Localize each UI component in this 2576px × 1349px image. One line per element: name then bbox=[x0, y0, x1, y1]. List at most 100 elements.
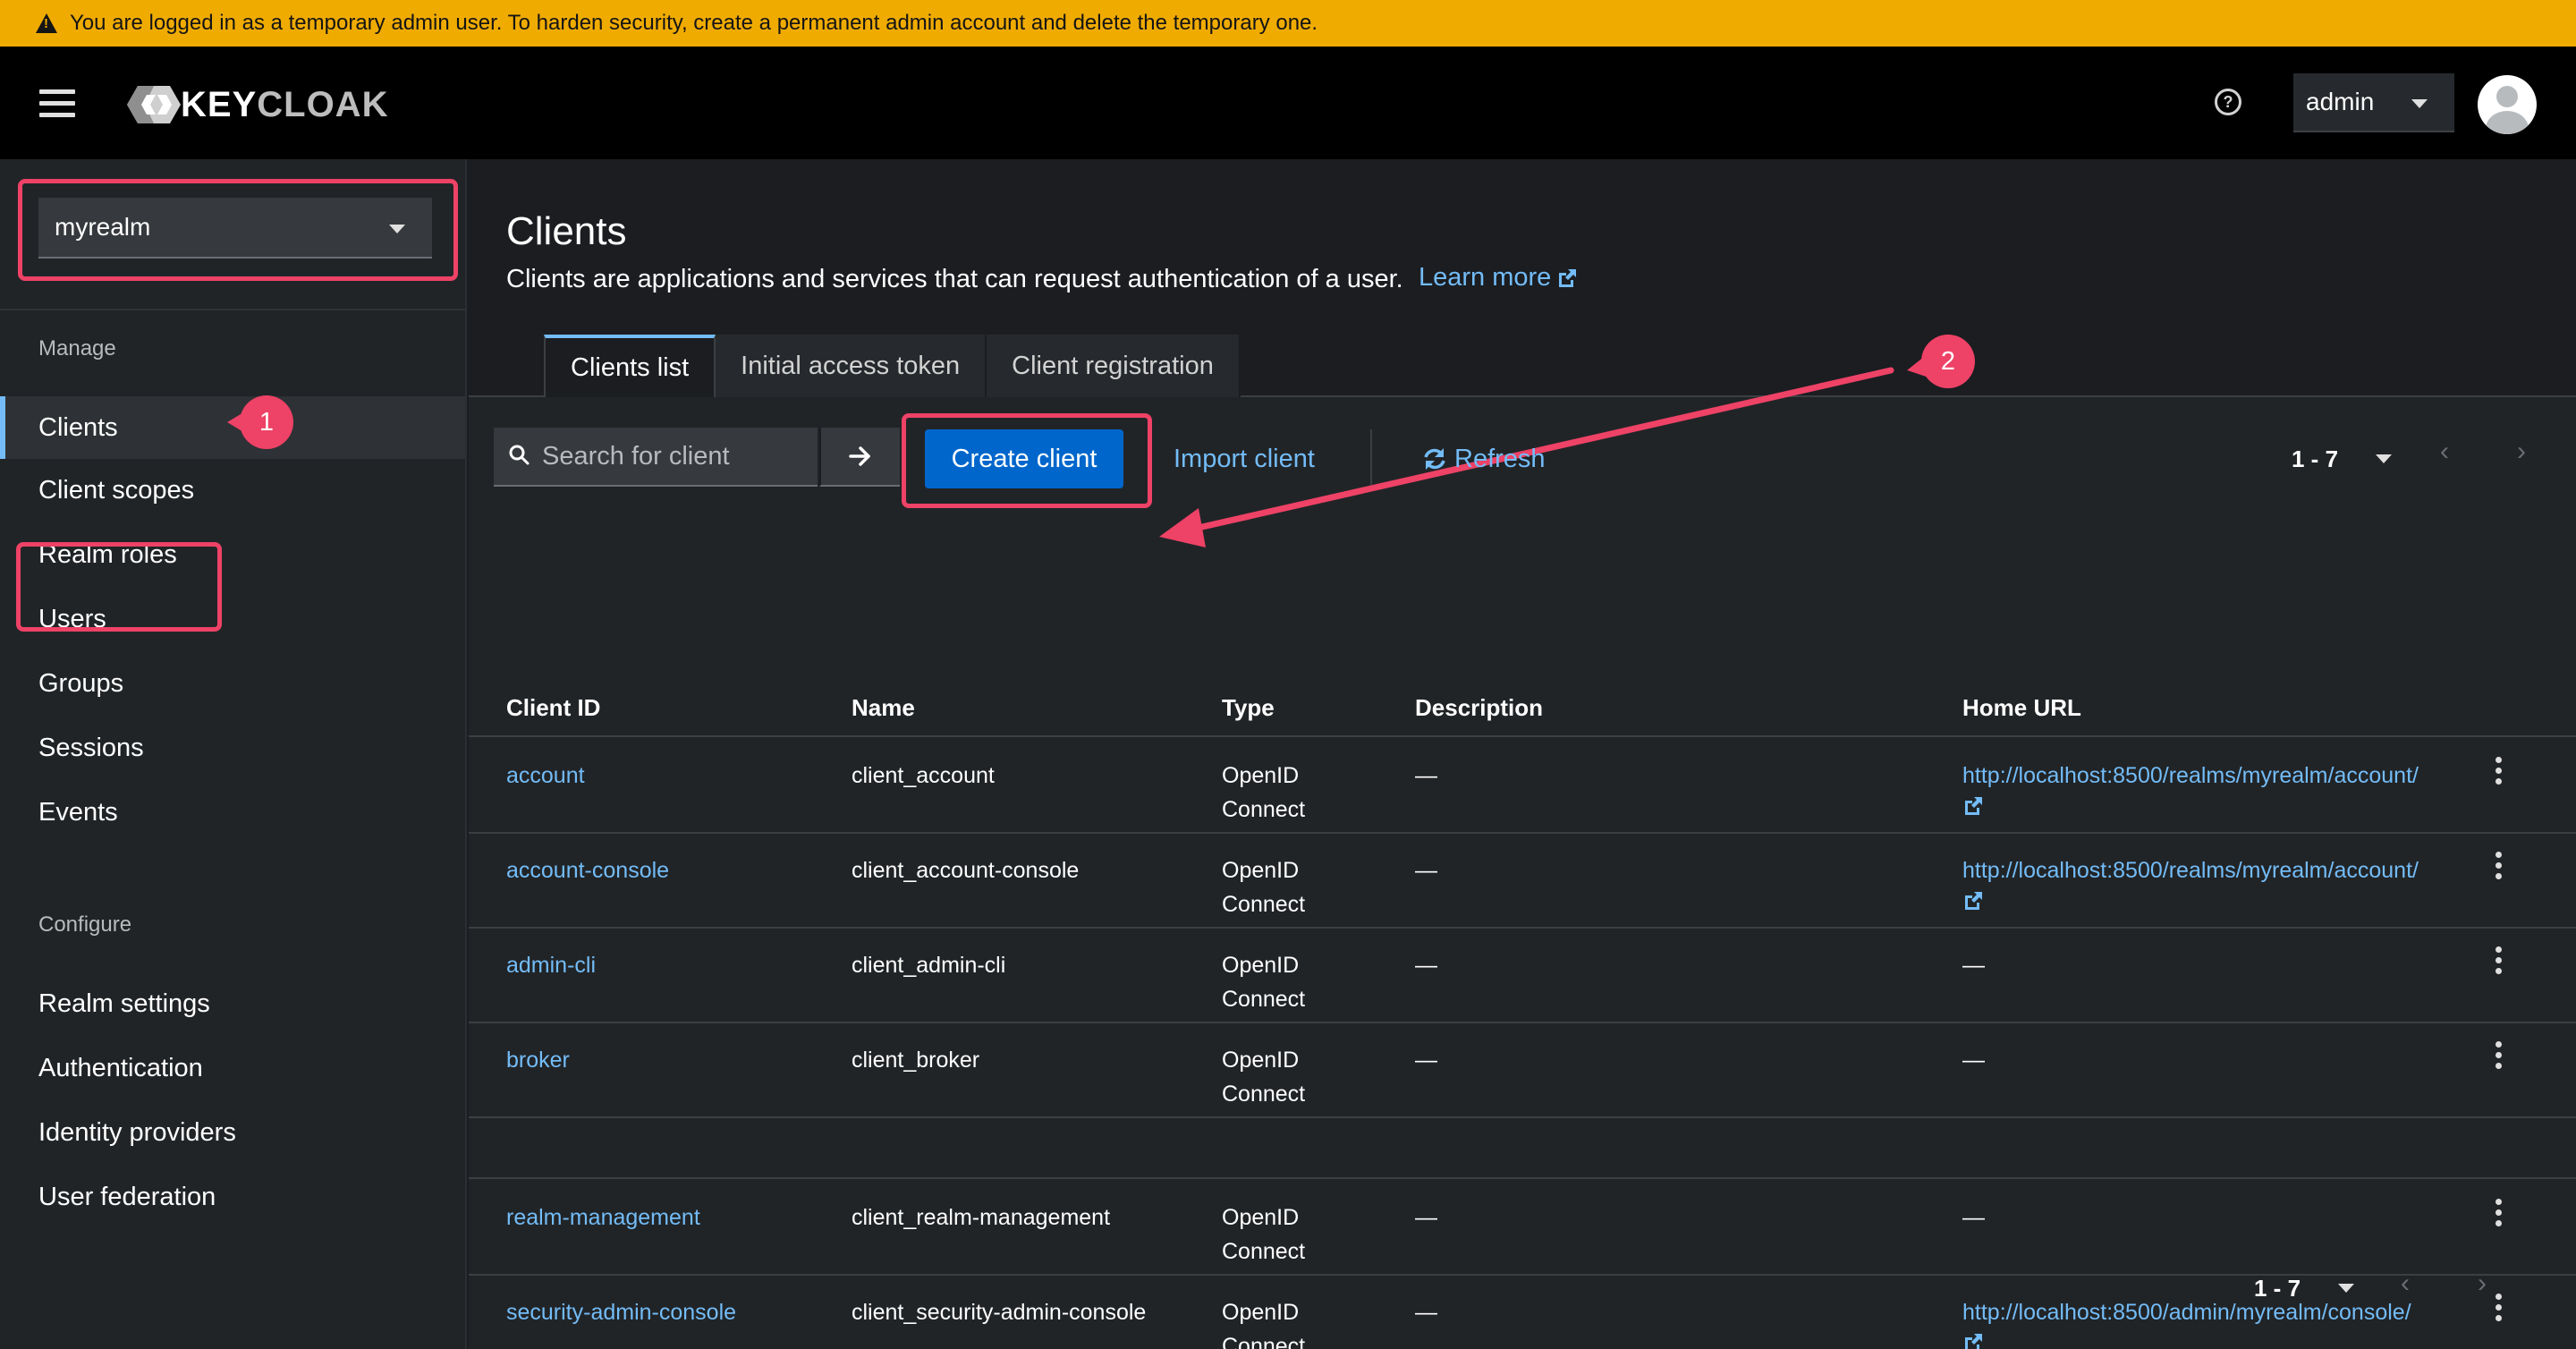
pagination-range: 1 - 7 bbox=[2292, 445, 2339, 472]
row-actions-kebab-icon[interactable] bbox=[2496, 1294, 2504, 1326]
tab-clients-list[interactable]: Clients list bbox=[544, 335, 716, 397]
client-name: client_broker bbox=[852, 1048, 980, 1073]
previous-page-icon[interactable]: ‹ bbox=[2440, 437, 2449, 467]
search-placeholder: Search for client bbox=[542, 441, 730, 471]
client-name: client_realm-management bbox=[852, 1205, 1111, 1230]
help-icon[interactable]: ? bbox=[2215, 89, 2241, 115]
chevron-down-icon[interactable] bbox=[2376, 454, 2393, 463]
home-url-link[interactable]: http://localhost:8500/realms/myrealm/acc… bbox=[1962, 853, 2419, 921]
chevron-down-icon bbox=[2411, 99, 2428, 108]
toolbar-divider bbox=[1370, 429, 1372, 485]
row-actions-kebab-icon[interactable] bbox=[2496, 1199, 2504, 1231]
client-id-link[interactable]: admin-cli bbox=[506, 948, 596, 982]
realm-highlight-box: myrealm bbox=[18, 179, 458, 281]
table-header: Client ID Name Type Description Home URL bbox=[469, 673, 2576, 737]
column-header-type[interactable]: Type bbox=[1222, 694, 1275, 722]
next-page-icon[interactable]: › bbox=[2517, 437, 2526, 467]
page-description: Clients are applications and services th… bbox=[506, 265, 1403, 293]
search-submit-button[interactable] bbox=[819, 428, 900, 487]
learn-more-link[interactable]: Learn more bbox=[1419, 263, 1578, 293]
previous-page-icon[interactable]: ‹ bbox=[2401, 1268, 2410, 1299]
avatar[interactable] bbox=[2478, 75, 2537, 134]
user-name: admin bbox=[2306, 88, 2375, 115]
client-description: — bbox=[1415, 1048, 1437, 1073]
table-row: account client_account OpenID Connect — h… bbox=[469, 739, 2576, 834]
refresh-button[interactable]: Refresh bbox=[1422, 429, 1546, 488]
sidebar-item-identity-providers[interactable]: Identity providers bbox=[0, 1101, 465, 1164]
sidebar-item-authentication[interactable]: Authentication bbox=[0, 1037, 465, 1099]
pagination-range: 1 - 7 bbox=[2254, 1274, 2301, 1302]
chevron-down-icon[interactable] bbox=[2338, 1284, 2355, 1293]
realm-selector[interactable]: myrealm bbox=[38, 198, 432, 259]
client-id-link[interactable]: security-admin-console bbox=[506, 1295, 736, 1329]
client-description: — bbox=[1415, 763, 1437, 788]
import-client-button[interactable]: Import client bbox=[1174, 429, 1315, 488]
masthead: KEYCLOAK ? admin bbox=[0, 47, 2576, 159]
main-content: Clients Clients are applications and ser… bbox=[469, 159, 2576, 1349]
home-url-link[interactable]: http://localhost:8500/realms/myrealm/acc… bbox=[1962, 759, 2419, 827]
external-link-icon bbox=[1965, 1334, 1982, 1349]
client-description: — bbox=[1415, 1300, 1437, 1325]
client-description: — bbox=[1415, 858, 1437, 883]
row-actions-kebab-icon[interactable] bbox=[2496, 1041, 2504, 1073]
step-badge-2: 2 bbox=[1921, 335, 1975, 388]
client-id-link[interactable]: broker bbox=[506, 1043, 570, 1077]
sidebar-item-user-federation[interactable]: User federation bbox=[0, 1166, 465, 1228]
chevron-down-icon bbox=[389, 225, 405, 233]
pagination-top[interactable]: 1 - 7 bbox=[2292, 429, 2393, 488]
logo-text: KEYCLOAK bbox=[181, 84, 389, 124]
table-row: account-console client_account-console O… bbox=[469, 834, 2576, 929]
section-label-configure: Configure bbox=[38, 912, 132, 937]
temporary-admin-banner: You are logged in as a temporary admin u… bbox=[0, 0, 2576, 47]
user-dropdown[interactable]: admin bbox=[2293, 73, 2454, 132]
sidebar-item-groups[interactable]: Groups bbox=[0, 652, 465, 715]
step-badge-1: 1 bbox=[227, 395, 293, 449]
column-header-home-url[interactable]: Home URL bbox=[1962, 694, 2081, 722]
page-title: Clients bbox=[506, 209, 627, 253]
client-type: OpenID Connect bbox=[1222, 953, 1306, 1012]
external-link-icon bbox=[1559, 268, 1577, 287]
arrow-right-icon bbox=[849, 446, 870, 466]
external-link-icon bbox=[1965, 797, 1982, 815]
keycloak-logo-icon bbox=[127, 86, 181, 123]
column-header-client-id[interactable]: Client ID bbox=[506, 694, 600, 722]
client-id-link[interactable]: account-console bbox=[506, 853, 669, 887]
client-type: OpenID Connect bbox=[1222, 1048, 1306, 1107]
warning-icon bbox=[36, 13, 57, 33]
table-row-empty bbox=[469, 1118, 2576, 1179]
create-client-button[interactable]: Create client bbox=[925, 429, 1123, 488]
tabs: Clients list Initial access token Client… bbox=[544, 335, 1241, 397]
table-row: broker client_broker OpenID Connect — — bbox=[469, 1023, 2576, 1118]
sidebar-item-sessions[interactable]: Sessions bbox=[0, 717, 465, 779]
column-header-name[interactable]: Name bbox=[852, 694, 915, 722]
client-description: — bbox=[1415, 1205, 1437, 1230]
next-page-icon[interactable]: › bbox=[2478, 1268, 2487, 1299]
client-description: — bbox=[1415, 953, 1437, 978]
client-type: OpenID Connect bbox=[1222, 858, 1306, 917]
client-id-link[interactable]: realm-management bbox=[506, 1201, 700, 1234]
sidebar-item-client-scopes[interactable]: Client scopes bbox=[0, 459, 465, 522]
tab-initial-access-token[interactable]: Initial access token bbox=[716, 335, 987, 397]
column-header-description[interactable]: Description bbox=[1415, 694, 1543, 722]
search-icon bbox=[509, 445, 530, 465]
home-url: — bbox=[1962, 1048, 1985, 1073]
row-actions-kebab-icon[interactable] bbox=[2496, 852, 2504, 884]
sidebar-divider bbox=[0, 309, 465, 310]
section-label-manage: Manage bbox=[38, 336, 116, 361]
keycloak-logo[interactable]: KEYCLOAK bbox=[125, 82, 388, 127]
table-row: admin-cli client_admin-cli OpenID Connect… bbox=[469, 929, 2576, 1023]
client-name: client_security-admin-console bbox=[852, 1300, 1147, 1325]
home-url: — bbox=[1962, 1205, 1985, 1230]
search-input[interactable]: Search for client bbox=[494, 428, 818, 487]
hamburger-menu-icon[interactable] bbox=[39, 89, 75, 118]
sidebar-item-realm-settings[interactable]: Realm settings bbox=[0, 972, 465, 1035]
client-type: OpenID Connect bbox=[1222, 1205, 1306, 1264]
row-actions-kebab-icon[interactable] bbox=[2496, 757, 2504, 789]
realm-name: myrealm bbox=[55, 213, 151, 241]
sidebar: myrealm Manage Clients Client scopes Rea… bbox=[0, 159, 467, 1349]
client-id-link[interactable]: account bbox=[506, 759, 585, 793]
banner-text: You are logged in as a temporary admin u… bbox=[70, 11, 1318, 35]
pagination-bottom[interactable]: 1 - 7 bbox=[2254, 1261, 2355, 1315]
sidebar-item-events[interactable]: Events bbox=[0, 781, 465, 844]
row-actions-kebab-icon[interactable] bbox=[2496, 946, 2504, 979]
